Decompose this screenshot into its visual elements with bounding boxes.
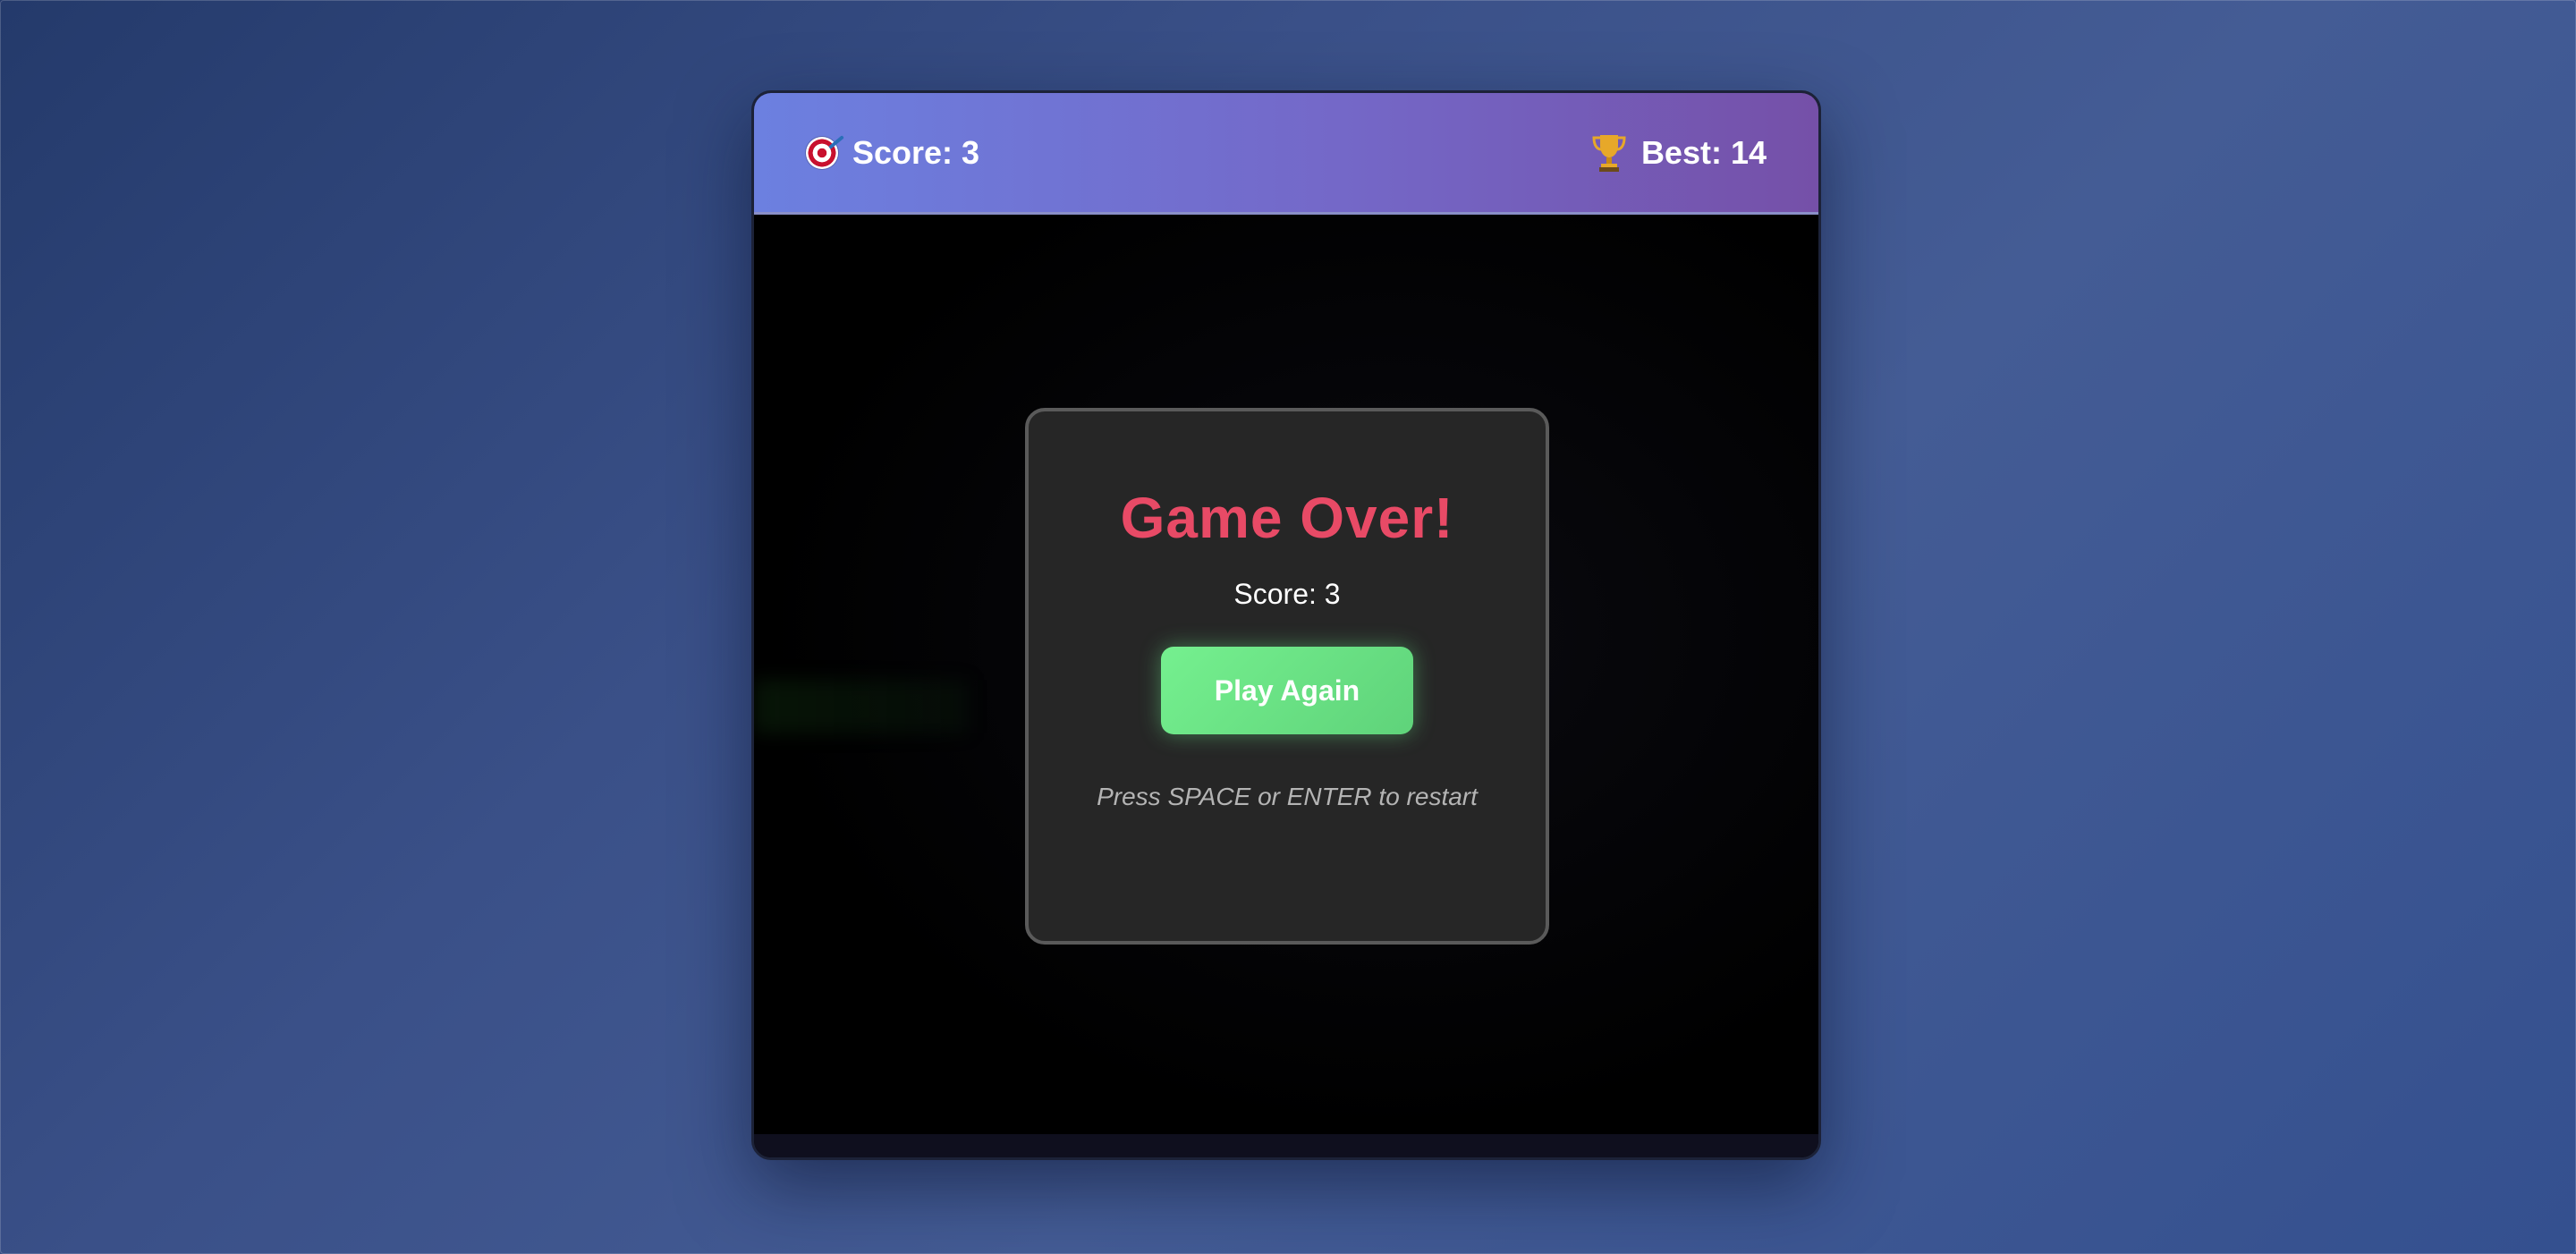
score-display: Score: 3 [806, 134, 979, 172]
restart-hint: Press SPACE or ENTER to restart [1097, 783, 1478, 810]
game-over-modal: Game Over! Score: 3 Play Again Press SPA… [1025, 408, 1549, 945]
best-display: Best: 14 [1591, 133, 1767, 173]
play-again-button[interactable]: Play Again [1161, 647, 1413, 734]
target-icon [806, 136, 838, 169]
hud-header: Score: 3 Best: 14 [754, 93, 1818, 215]
final-score: Score: 3 [1233, 578, 1341, 610]
footer-strip [754, 1134, 1818, 1157]
score-label: Score: 3 [852, 133, 980, 171]
snake-trail [754, 680, 969, 733]
best-label: Best: 14 [1640, 133, 1767, 171]
game-over-title: Game Over! [1120, 486, 1454, 550]
trophy-icon [1591, 133, 1627, 173]
